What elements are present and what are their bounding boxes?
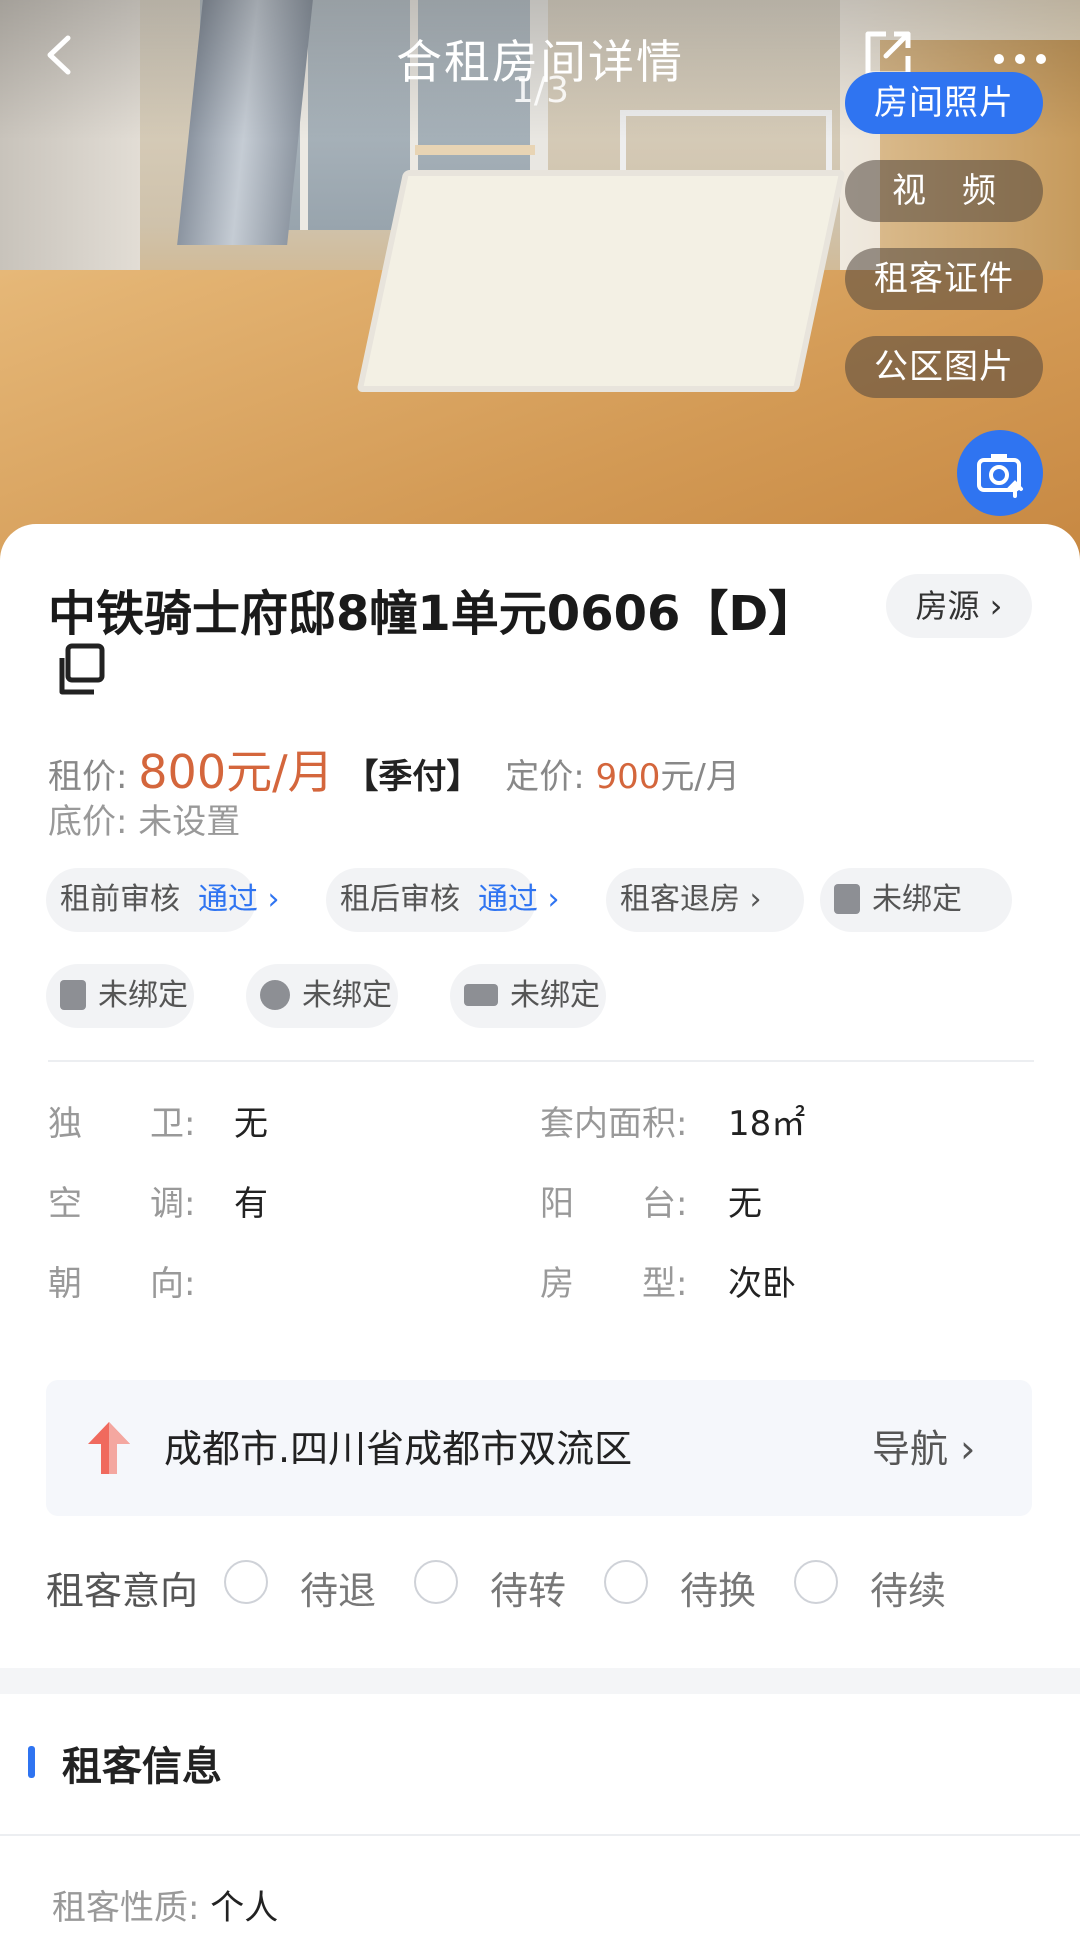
copy-icon[interactable] [52, 642, 108, 698]
tenant-type-value: 个人 [210, 1888, 279, 1928]
tab-video[interactable]: 视频 [845, 160, 1043, 222]
room-name: 中铁骑士府邸8幢1单元0606【D】 [48, 586, 817, 642]
tenant-checkout-chip[interactable]: 租客退房 › [606, 868, 804, 932]
attr-label: 套内面积: [540, 1104, 688, 1144]
attr-bathroom: 独 卫: 无 [48, 1096, 268, 1145]
tenant-intent-row: 租客意向 待退 待转 待换 待续 [46, 1554, 1046, 1624]
water-meter-icon [260, 979, 290, 1010]
radio-label: 待转 [490, 1569, 567, 1613]
attr-value: 18㎡ [728, 1104, 806, 1144]
meter-chip[interactable]: 未绑定 [820, 868, 1012, 932]
rent-value: 800元/月 [138, 745, 334, 799]
camera-icon [977, 454, 1023, 498]
door-lock-icon [834, 883, 860, 914]
attr-balcony: 阳 台: 无 [540, 1176, 762, 1225]
pre-lease-review-chip[interactable]: 租前审核 通过 › [46, 868, 280, 932]
photo-bed [356, 170, 846, 392]
tenant-info-section: 租客信息 租客性质: 个人 [0, 1694, 1080, 1950]
chip-label: 未绑定 [872, 882, 962, 917]
chip-label: 未绑定 [302, 978, 392, 1013]
floor-price-value: 未设置 [138, 802, 241, 842]
more-dot-icon [994, 54, 1004, 64]
attr-label: 房 型: [540, 1264, 688, 1304]
attr-label: 独 卫: [48, 1104, 196, 1144]
more-dot-icon [1036, 54, 1046, 64]
rent-label: 租价: [48, 757, 128, 797]
gateway-icon [464, 983, 498, 1006]
radio-pending-transfer[interactable] [414, 1560, 458, 1604]
more-dot-icon [1015, 54, 1025, 64]
tenant-type-label: 租客性质: [52, 1888, 200, 1928]
chip-status: 通过 › [198, 882, 280, 917]
tab-common-area[interactable]: 公区图片 [845, 336, 1043, 398]
fixed-price-value: 900 [595, 757, 661, 797]
electric-meter-icon [60, 979, 86, 1010]
media-tabs: 房间照片 视频 租客证件 公区图片 [845, 72, 1045, 424]
intent-label: 租客意向 [46, 1569, 199, 1613]
attr-label: 阳 台: [540, 1184, 688, 1224]
attr-orientation: 朝 向: [48, 1256, 195, 1305]
divider [0, 1834, 1080, 1836]
radio-pending-renewal[interactable] [794, 1560, 838, 1604]
attr-value: 无 [234, 1104, 268, 1144]
tab-room-photos[interactable]: 房间照片 [845, 72, 1043, 134]
address-box[interactable]: 成都市.四川省成都市双流区 导航 › [46, 1380, 1032, 1516]
address-text: 成都市.四川省成都市双流区 [164, 1427, 633, 1471]
radio-pending-checkout[interactable] [224, 1560, 268, 1604]
chip-label: 租前审核 [60, 882, 180, 917]
radio-label: 待续 [870, 1569, 947, 1613]
navigation-arrow-icon [88, 1422, 130, 1474]
attr-value: 有 [234, 1184, 268, 1224]
attr-area: 套内面积: 18㎡ [540, 1096, 805, 1145]
pay-cycle: 【季付】 [344, 757, 481, 797]
section-accent-bar [28, 1746, 35, 1778]
attr-label: 空 调: [48, 1184, 196, 1224]
radio-label: 待换 [680, 1569, 757, 1613]
chip-label: 未绑定 [98, 978, 188, 1013]
listing-source-button[interactable]: 房源 › [886, 574, 1032, 638]
attr-room-type: 房 型: 次卧 [540, 1256, 796, 1305]
room-info-card: 中铁骑士府邸8幢1单元0606【D】 房源 › 租价: 800元/月 【季付】 … [0, 524, 1080, 1668]
attr-value: 无 [728, 1184, 762, 1224]
price-row: 租价: 800元/月 【季付】 定价: 900元/月 [48, 736, 740, 799]
divider [48, 1060, 1034, 1062]
floor-price-label: 底价: [48, 802, 128, 842]
radio-pending-swap[interactable] [604, 1560, 648, 1604]
meter-chip[interactable]: 未绑定 [246, 964, 398, 1028]
section-gap [0, 1668, 1080, 1694]
attr-value: 次卧 [728, 1264, 796, 1304]
section-title: 租客信息 [62, 1744, 222, 1790]
upload-photo-button[interactable] [957, 430, 1043, 516]
radio-label: 待退 [300, 1569, 377, 1613]
attr-label: 朝 向: [48, 1264, 196, 1304]
floor-price-row: 底价: 未设置 [48, 794, 240, 843]
meter-chip[interactable]: 未绑定 [450, 964, 606, 1028]
tab-tenant-id[interactable]: 租客证件 [845, 248, 1043, 310]
fixed-price-label: 定价: [505, 757, 585, 797]
photo-desk [415, 145, 535, 155]
fixed-price-unit: 元/月 [660, 757, 740, 797]
chip-label: 租后审核 [340, 882, 460, 917]
tenant-type-row: 租客性质: 个人 [52, 1880, 278, 1929]
navigate-link[interactable]: 导航 › [872, 1418, 975, 1473]
chip-status: 通过 › [478, 882, 560, 917]
chip-label: 未绑定 [510, 978, 600, 1013]
meter-chip[interactable]: 未绑定 [46, 964, 194, 1028]
attr-aircon: 空 调: 有 [48, 1176, 268, 1225]
post-lease-review-chip[interactable]: 租后审核 通过 › [326, 868, 560, 932]
